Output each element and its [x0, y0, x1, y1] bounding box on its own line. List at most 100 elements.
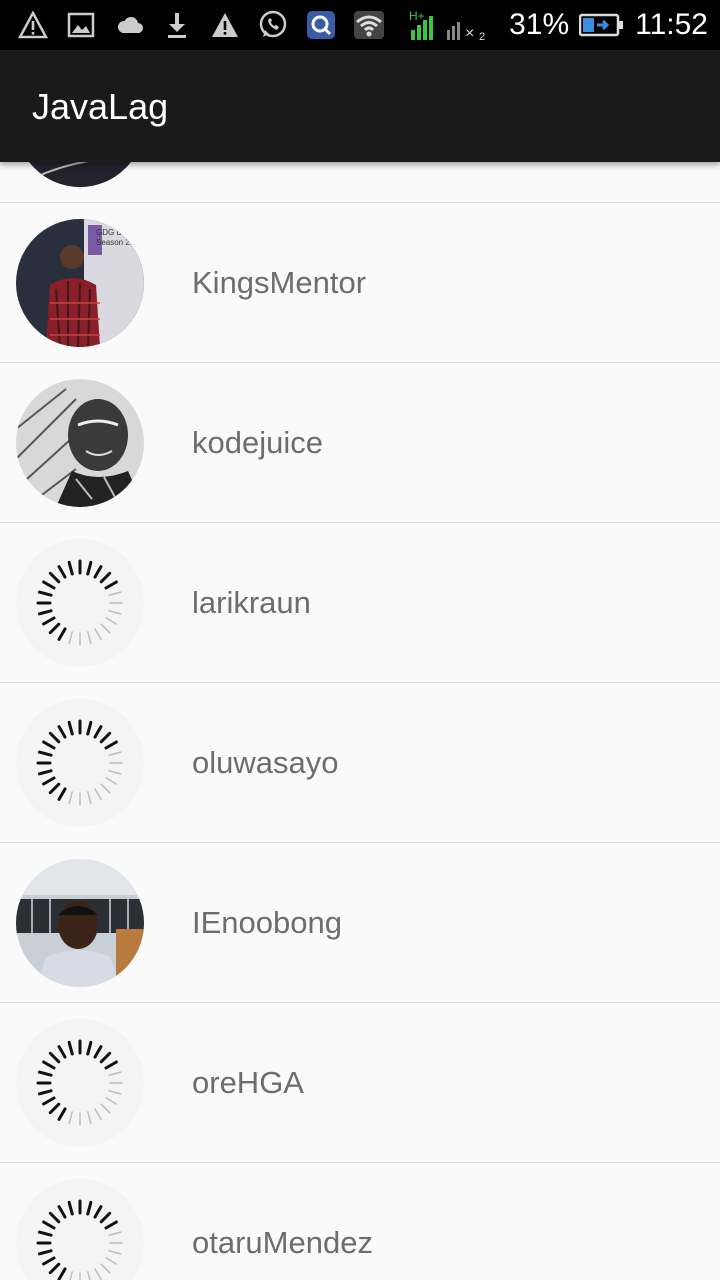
spinner-tick — [93, 565, 103, 579]
spinner-tick — [42, 616, 56, 626]
spinner-tick — [108, 751, 122, 756]
spinner-tick — [48, 731, 61, 744]
spinner-tick — [57, 787, 67, 801]
battery-charging-icon — [579, 10, 625, 40]
wifi-icon — [352, 10, 386, 40]
cloud-icon — [112, 10, 146, 40]
list-item[interactable]: GDG Dev Season 2016 KingsMentor — [0, 203, 720, 363]
status-bar: H+ × 2 31% 11:52 — [0, 0, 720, 50]
loading-spinner-icon — [16, 1179, 144, 1280]
spinner-tick — [48, 1102, 61, 1115]
spinner-tick — [87, 1271, 91, 1280]
spinner-tick — [104, 580, 118, 590]
spinner-tick — [108, 1231, 122, 1236]
spinner-tick — [37, 1249, 53, 1256]
spinner-tick — [86, 1040, 93, 1056]
spinner-tick — [48, 782, 61, 795]
svg-text:GDG Dev: GDG Dev — [96, 228, 131, 237]
spinner-tick — [94, 1108, 102, 1121]
spinner-tick — [108, 610, 122, 615]
spinner-tick — [57, 725, 67, 739]
username: kodejuice — [192, 425, 323, 460]
app-bar: JavaLag — [0, 50, 720, 162]
spinner-tick — [37, 1230, 53, 1237]
spinner-tick — [69, 1271, 73, 1280]
spinner-tick — [48, 571, 61, 584]
svg-text:2: 2 — [479, 31, 485, 42]
username: larikraun — [192, 585, 311, 620]
list-item-partial[interactable] — [0, 162, 720, 203]
app-title: JavaLag — [32, 86, 169, 127]
loading-spinner-icon — [16, 539, 144, 667]
spinner-tick — [87, 791, 92, 805]
spinner-tick — [93, 1045, 103, 1059]
spinner-tick — [67, 1040, 74, 1056]
spinner-tick — [105, 777, 118, 785]
svg-text:Season 2016: Season 2016 — [96, 238, 144, 247]
avatar — [16, 379, 144, 507]
spinner-tick — [87, 1111, 92, 1125]
username: oluwasayo — [192, 745, 339, 780]
spinner-tick — [37, 1089, 53, 1096]
download-icon — [160, 10, 194, 40]
spinner-tick — [37, 1070, 53, 1077]
spinner-tick — [67, 720, 74, 736]
signal-icon: H+ × 2 — [409, 9, 499, 42]
spinner-tick — [99, 571, 112, 584]
spinner-tick — [42, 1256, 56, 1266]
search-app-icon — [304, 10, 338, 40]
spinner-tick — [105, 1257, 118, 1265]
spinner-tick — [37, 590, 53, 597]
spinner-tick — [48, 1262, 61, 1275]
spinner-tick — [104, 1220, 118, 1230]
spinner-tick — [37, 750, 53, 757]
spinner-tick — [100, 783, 111, 794]
list-item[interactable]: otaruMendez — [0, 1163, 720, 1280]
spinner-tick — [87, 631, 92, 645]
avatar — [16, 162, 144, 187]
battery-percent: 31% — [509, 8, 570, 41]
list-item[interactable]: oreHGA — [0, 1003, 720, 1163]
spinner-tick — [108, 1090, 122, 1095]
spinner-tick — [104, 740, 118, 750]
spinner-tick — [86, 560, 93, 576]
user-list[interactable]: GDG Dev Season 2016 KingsMentor kodejuic… — [0, 162, 720, 1280]
network-type-label: H+ — [409, 9, 425, 23]
spinner-tick — [37, 609, 53, 616]
list-item[interactable]: oluwasayo — [0, 683, 720, 843]
spinner-tick — [57, 1107, 67, 1121]
spinner-tick — [108, 770, 122, 775]
username: otaruMendez — [192, 1225, 373, 1260]
spinner-tick — [48, 1211, 61, 1224]
clock: 11:52 — [635, 8, 708, 41]
list-item[interactable]: larikraun — [0, 523, 720, 683]
spinner-tick — [93, 1205, 103, 1219]
spinner-tick — [57, 565, 67, 579]
spinner-tick — [105, 1097, 118, 1105]
spinner-tick — [42, 740, 56, 750]
spinner-tick — [99, 731, 112, 744]
spinner-tick — [42, 1096, 56, 1106]
list-item[interactable]: kodejuice — [0, 363, 720, 523]
whatsapp-icon — [256, 10, 290, 40]
spinner-tick — [68, 631, 73, 645]
spinner-tick — [100, 1263, 111, 1274]
spinner-tick — [99, 1051, 112, 1064]
list-item[interactable]: IEnoobong — [0, 843, 720, 1003]
spinner-tick — [93, 725, 103, 739]
image-icon — [64, 10, 98, 40]
spinner-tick — [68, 791, 73, 805]
spinner-tick — [94, 628, 102, 641]
spinner-tick — [68, 1111, 73, 1125]
spinner-tick — [100, 623, 111, 634]
spinner-tick — [100, 1103, 111, 1114]
avatar: GDG Dev Season 2016 — [16, 219, 144, 347]
spinner-tick — [57, 1045, 67, 1059]
spinner-tick — [67, 560, 74, 576]
spinner-tick — [42, 776, 56, 786]
spinner-tick — [105, 617, 118, 625]
loading-spinner-icon — [16, 699, 144, 827]
spinner-tick — [94, 788, 102, 801]
username: oreHGA — [192, 1065, 304, 1100]
spinner-tick — [42, 1220, 56, 1230]
